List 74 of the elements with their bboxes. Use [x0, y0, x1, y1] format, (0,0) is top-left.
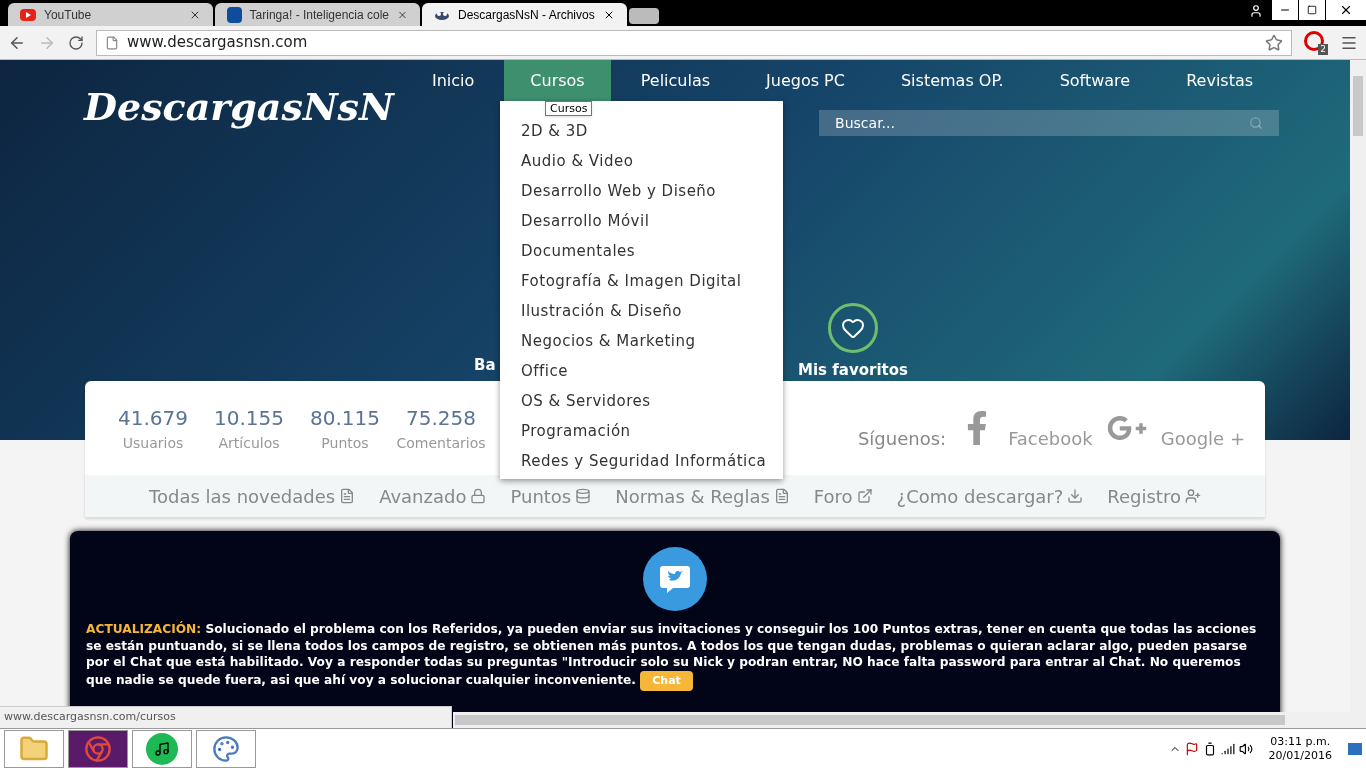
browser-icon — [84, 734, 112, 763]
nav-link[interactable]: Sistemas OP. — [874, 60, 1030, 101]
dropdown-item[interactable]: Negocios & Marketing — [500, 326, 783, 356]
browser-tab[interactable]: Taringa! - Inteligencia cole — [215, 3, 420, 26]
nav-link[interactable]: Peliculas — [614, 60, 737, 101]
stat-label: Comentarios — [396, 433, 486, 453]
external-link-icon — [856, 488, 873, 504]
download-icon — [1067, 488, 1084, 504]
dropdown-item[interactable]: Redes y Seguridad Informática — [500, 446, 783, 476]
tab-title: Taringa! - Inteligencia cole — [249, 6, 390, 24]
heart-button[interactable] — [828, 303, 878, 353]
nav-link[interactable]: Software — [1033, 60, 1157, 101]
stat-value: 80.115 — [310, 404, 380, 432]
play-logo-icon — [20, 8, 36, 21]
clock-time: 03:11 p.m. — [1270, 734, 1331, 749]
dropdown-item[interactable]: Fotografía & Imagen Digital — [500, 266, 783, 296]
stat-label: Artículos — [218, 433, 280, 453]
tab-title: DescargasNsN - Archivos — [458, 6, 595, 24]
stat-value: 10.155 — [214, 404, 284, 432]
taskbar-app[interactable] — [68, 729, 128, 768]
nav-link[interactable]: Inicio — [406, 60, 501, 101]
dropdown-item[interactable]: OS & Servidores — [500, 386, 783, 416]
minimize-button[interactable] — [1272, 0, 1298, 20]
close-icon — [1339, 3, 1353, 17]
heart-icon — [841, 316, 865, 340]
tab-title: YouTube — [44, 6, 93, 24]
url-text: www.descargasnsn.com — [127, 32, 309, 54]
browser-tab[interactable]: DescargasNsN - Archivos — [422, 3, 627, 26]
status-url: www.descargasnsn.com/cursos — [0, 706, 452, 728]
show-desktop-button[interactable] — [1348, 742, 1362, 755]
browser-tab[interactable]: YouTube — [8, 3, 213, 26]
music-app-icon — [146, 732, 178, 765]
favorites-link[interactable]: Mis favoritos — [798, 359, 908, 382]
nav-link[interactable]: Cursos — [504, 60, 611, 101]
dropdown-item[interactable]: Ilustración & Diseño — [500, 296, 783, 326]
dropdown-item[interactable]: Office — [500, 356, 783, 386]
signal-icon[interactable] — [1220, 741, 1235, 756]
reload-icon[interactable] — [68, 34, 84, 51]
dropdown-item[interactable]: Programación — [500, 416, 783, 446]
stat-label: Puntos — [321, 433, 369, 453]
dropdown-item[interactable]: 2D & 3D — [500, 116, 783, 146]
dropdown-item[interactable]: Desarrollo Web y Diseño — [500, 176, 783, 206]
add-user-icon — [1184, 488, 1201, 504]
follow-label: Síguenos: — [857, 426, 947, 451]
close-button[interactable] — [1326, 0, 1366, 20]
hero-link[interactable]: Ba — [474, 354, 496, 377]
maximize-button[interactable] — [1299, 0, 1325, 20]
dropdown-item[interactable]: Desarrollo Móvil — [500, 206, 783, 236]
bookmark-star-icon[interactable] — [1265, 33, 1283, 52]
dropdown-item[interactable]: Audio & Video — [500, 146, 783, 176]
tooltip: Cursos — [545, 101, 593, 116]
taskbar-app[interactable] — [132, 729, 192, 768]
flag-icon[interactable] — [1184, 741, 1199, 756]
address-bar[interactable]: www.descargasnsn.com — [96, 29, 1292, 56]
document-icon — [339, 488, 356, 504]
clock-date: 20/01/2016 — [1268, 748, 1332, 763]
notice-text: ACTUALIZACIÓN: Solucionado el problema con los Referidos, ya pueden enviar sus invitaciones y conseguir los 100 Puntos extras, tener en cuenta que todas las acciones se están puntuando, si se llena todos los campos de registro, se obtienen más puntos. A todos los que tengan dudas, problemas o quieran aclarar algo, pueden pasarse por el Chat que está habilitado. Voy a responder todas su preguntas "Introducir solo su Nick y podran entrar, NO hace falta password para entrar al Chat. No queremos que nadie se quede fuera, asi que ahí voy a solucionar cualquier inconveniente. Chat — [86, 621, 1264, 691]
new-tab-button[interactable] — [629, 8, 659, 24]
stat-label: Usuarios — [122, 433, 184, 453]
extension-badge: 2 — [1318, 43, 1328, 55]
palette-icon — [212, 734, 240, 763]
document-icon — [773, 488, 790, 504]
stat-value: 41.679 — [118, 404, 188, 432]
user-icon[interactable] — [1249, 4, 1263, 18]
stack-icon — [575, 488, 592, 504]
nav-link[interactable]: Revistas — [1160, 60, 1280, 101]
speaker-icon[interactable] — [1238, 741, 1253, 756]
dropdown-item[interactable]: Documentales — [500, 236, 783, 266]
lock-icon — [470, 488, 487, 504]
nav-link[interactable]: Juegos PC — [740, 60, 871, 101]
site-logo[interactable]: DescargasNsN — [84, 78, 406, 135]
page-icon — [105, 35, 119, 50]
stat-value: 75.258 — [406, 404, 476, 432]
maximize-icon — [1307, 5, 1317, 15]
